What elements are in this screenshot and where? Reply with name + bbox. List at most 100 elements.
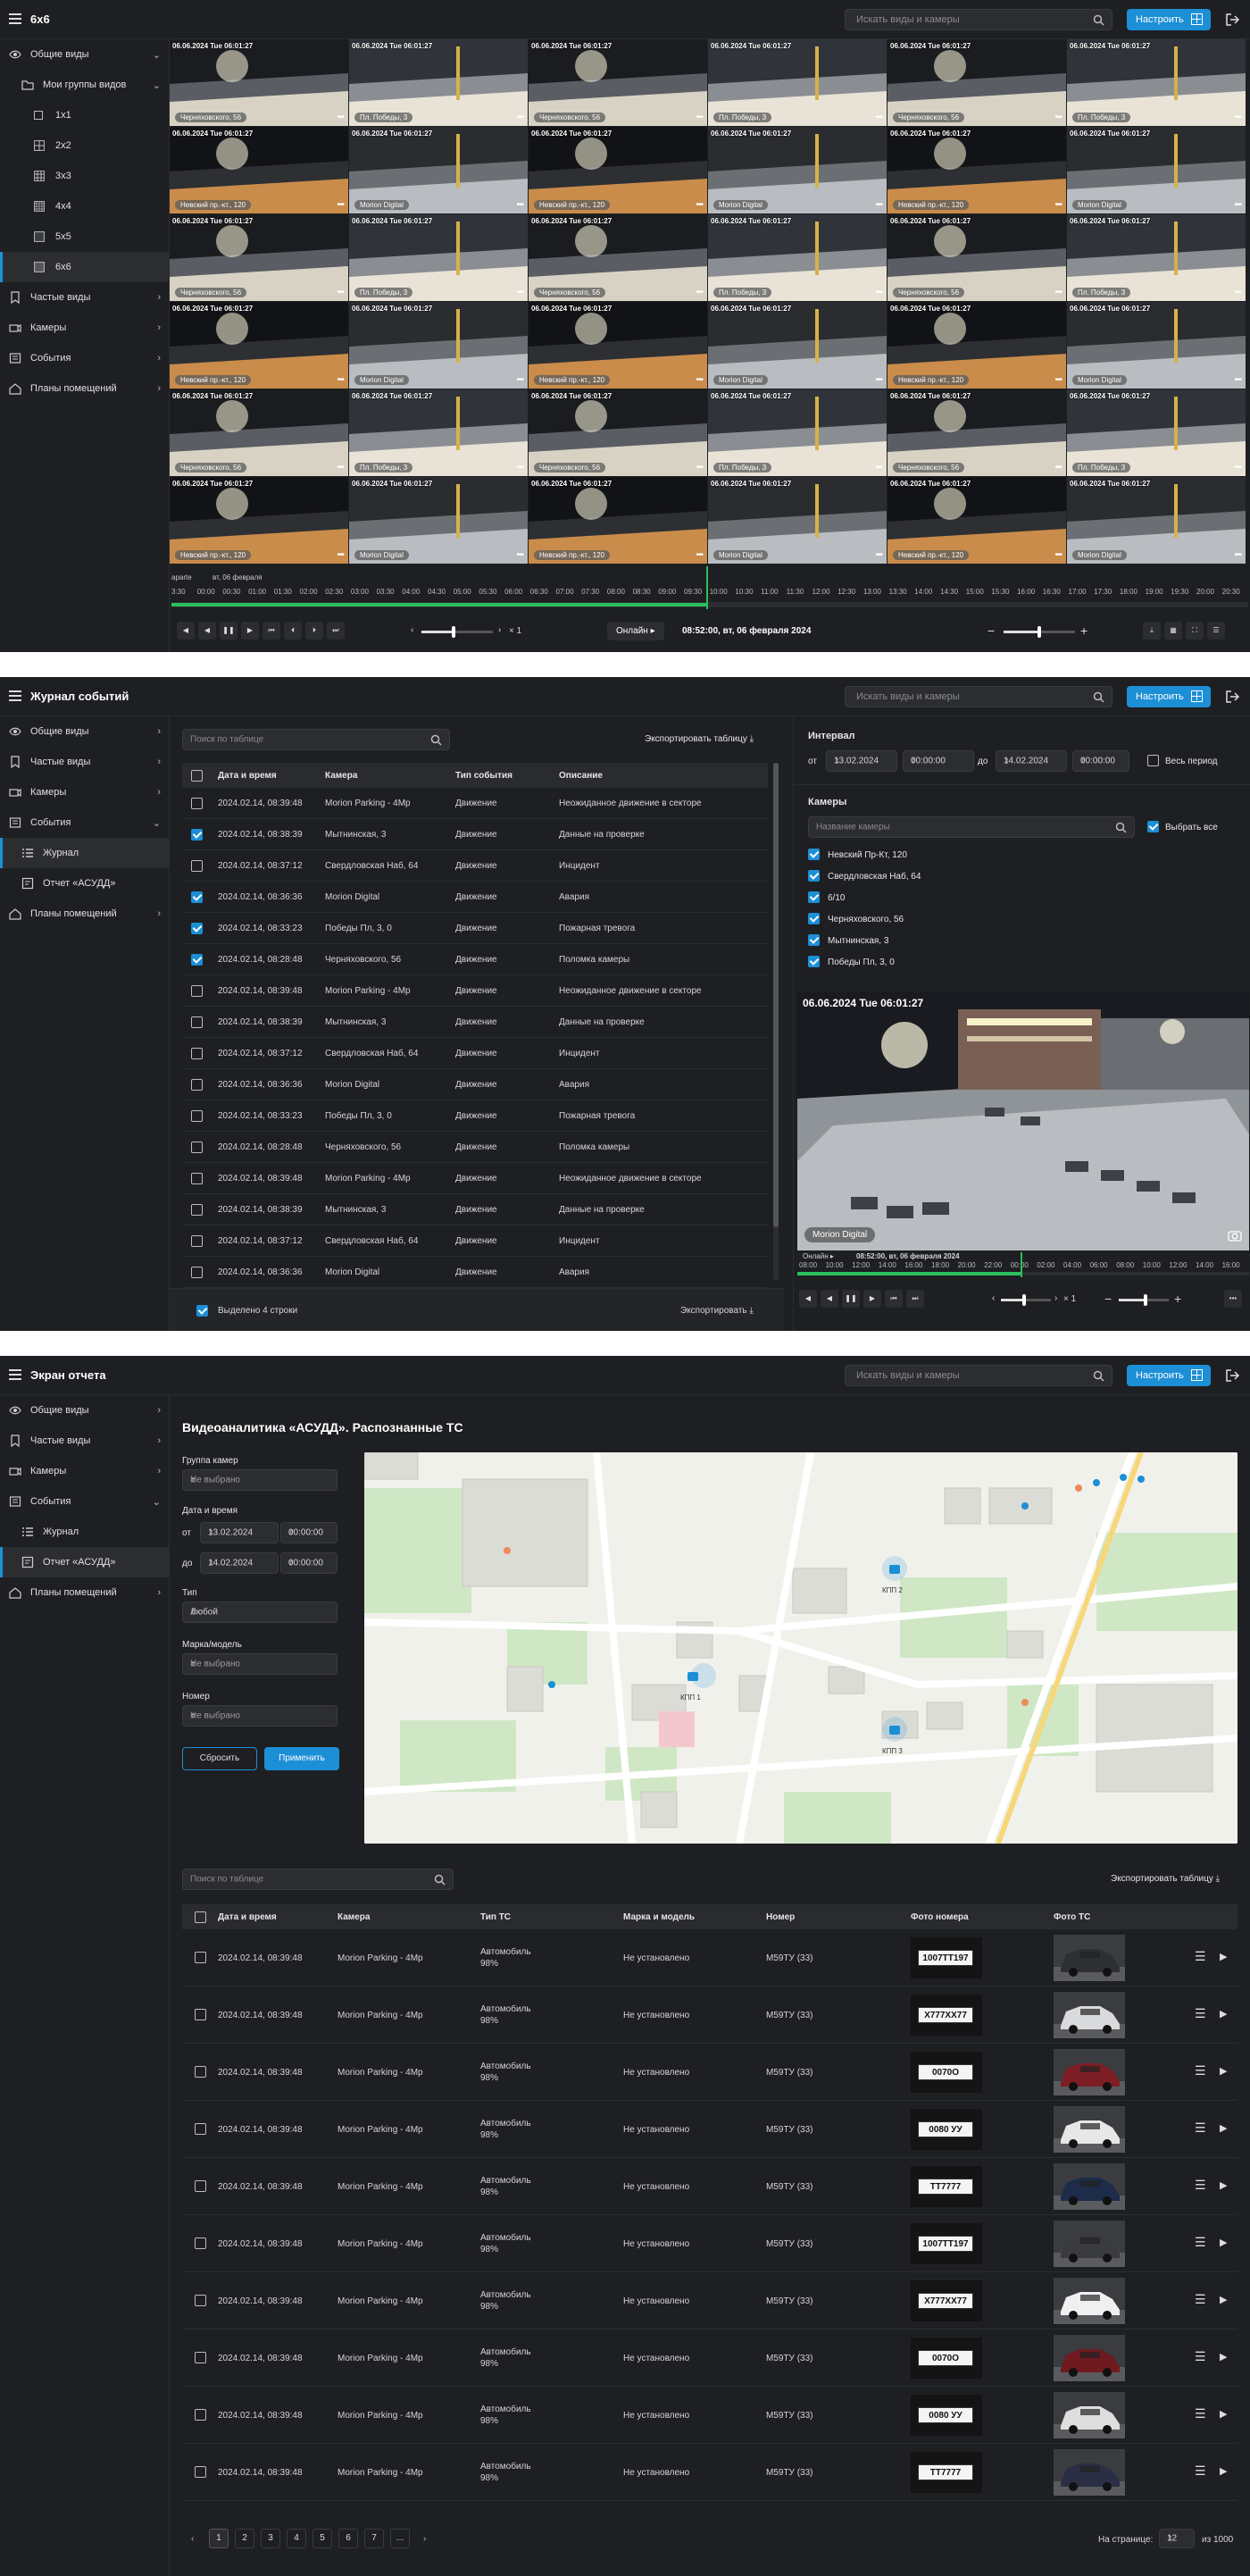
row-checkbox[interactable] xyxy=(195,2066,206,2078)
camera-tile[interactable]: 06.06.2024 Tue 06:01:27 Пл. Победы, 3 ••• xyxy=(708,214,887,301)
page-button[interactable]: 5 xyxy=(312,2529,332,2548)
table-scrollbar[interactable] xyxy=(773,763,779,1281)
tile-menu-icon[interactable]: ••• xyxy=(337,463,344,473)
tile-menu-icon[interactable]: ••• xyxy=(1234,463,1241,473)
map-label-kpp3[interactable]: КПП 3 xyxy=(882,1747,903,1755)
camera-tile[interactable]: 06.06.2024 Tue 06:01:27 Черняховского, 56… xyxy=(888,214,1066,301)
sidebar-item-report[interactable]: Отчет «АСУДД» xyxy=(0,868,170,899)
row-play-icon[interactable]: ▶ xyxy=(1220,2065,1227,2077)
tile-menu-icon[interactable]: ••• xyxy=(516,113,523,122)
table-search-input[interactable]: Поиск по таблице xyxy=(182,1869,454,1890)
tile-menu-icon[interactable]: ••• xyxy=(875,463,882,473)
online-button[interactable]: Онлайн ▸ xyxy=(607,622,664,640)
camera-tile[interactable]: 06.06.2024 Tue 06:01:27 Пл. Победы, 3 ••• xyxy=(1067,389,1246,476)
per-page-select[interactable]: 12 ⇕ xyxy=(1159,2529,1195,2548)
camera-preview[interactable]: 06.06.2024 Tue 06:01:27 Morion Digital xyxy=(797,991,1249,1250)
menu-icon[interactable] xyxy=(9,690,21,701)
calendar-icon[interactable]: ▦ xyxy=(1164,622,1182,640)
table-row[interactable]: 2024.02.14, 08:39:48 Morion Parking - 4Mp… xyxy=(182,975,768,1007)
row-play-icon[interactable]: ▶ xyxy=(1220,2294,1227,2305)
camera-tile[interactable]: 06.06.2024 Tue 06:01:27 Черняховского, 56… xyxy=(170,214,348,301)
camera-tile[interactable]: 06.06.2024 Tue 06:01:27 Пл. Победы, 3 ••• xyxy=(349,39,528,126)
sidebar-item-events[interactable]: События ⌄ xyxy=(0,807,170,838)
preview-volume-slider[interactable] xyxy=(1119,1294,1169,1306)
row-play-icon[interactable]: ▶ xyxy=(1220,2465,1227,2477)
tile-menu-icon[interactable]: ••• xyxy=(875,200,882,210)
apply-button[interactable]: Применить xyxy=(264,1747,339,1770)
preview-skip-forward-button[interactable]: ⏭ xyxy=(906,1290,924,1308)
skip-forward-button[interactable]: ⏭ xyxy=(327,622,345,640)
tile-menu-icon[interactable]: ••• xyxy=(337,550,344,560)
camera-tile[interactable]: 06.06.2024 Tue 06:01:27 Morion Digital ••• xyxy=(349,127,528,213)
tile-menu-icon[interactable]: ••• xyxy=(337,375,344,385)
row-checkbox[interactable] xyxy=(191,923,203,934)
row-checkbox[interactable] xyxy=(191,985,203,997)
preview-pause-button[interactable]: ❚❚ xyxy=(842,1290,860,1308)
sidebar-item-frequent-views[interactable]: Частые виды › xyxy=(0,282,170,313)
camera-tile[interactable]: 06.06.2024 Tue 06:01:27 Пл. Победы, 3 ••• xyxy=(1067,39,1246,126)
plate-photo[interactable]: 1007ТТ197 xyxy=(911,2223,982,2264)
reset-button[interactable]: Сбросить xyxy=(182,1747,257,1770)
page-button[interactable]: 6 xyxy=(338,2529,358,2548)
column-plate-photo[interactable]: Фото номера xyxy=(911,1912,969,1922)
preview-volume-knob[interactable] xyxy=(1144,1294,1147,1306)
sidebar-item-report[interactable]: Отчет «АСУДД» xyxy=(0,1547,170,1577)
camera-tile[interactable]: 06.06.2024 Tue 06:01:27 Невский пр.-кт., … xyxy=(888,127,1066,213)
camera-tile[interactable]: 06.06.2024 Tue 06:01:27 Morion Digital ••• xyxy=(708,302,887,389)
table-row[interactable]: 2024.02.14, 08:36:36 Morion Digital Движен… xyxy=(182,1257,768,1288)
table-row[interactable]: 2024.02.14, 08:37:12 Свердловская Наб, 64… xyxy=(182,850,768,882)
column-event-type[interactable]: Тип события xyxy=(455,771,512,781)
page-button[interactable]: 2 xyxy=(235,2529,254,2548)
sidebar-item-events[interactable]: События › xyxy=(0,343,170,373)
row-checkbox[interactable] xyxy=(191,891,203,903)
camera-tile[interactable]: 06.06.2024 Tue 06:01:27 Невский пр.-кт., … xyxy=(170,302,348,389)
sidebar-item-general-views[interactable]: Общие виды › xyxy=(0,1395,170,1426)
vehicle-photo[interactable] xyxy=(1054,2335,1125,2381)
preview-speed-knob[interactable] xyxy=(1022,1294,1026,1306)
export-table-link[interactable]: Экспортировать таблицу ⤓ xyxy=(645,734,754,744)
page-button[interactable]: 7 xyxy=(364,2529,384,2548)
map-view[interactable]: КПП 1 КПП 2 КПП 3 xyxy=(364,1452,1238,1844)
logout-icon[interactable] xyxy=(1225,1368,1239,1383)
prev-frame-button[interactable]: ⏴ xyxy=(284,622,302,640)
table-row[interactable]: 2024.02.14, 08:39:48 Morion Parking - 4Mp… xyxy=(182,2272,1238,2329)
timeline-cursor[interactable] xyxy=(706,566,708,609)
column-datetime[interactable]: Дата и время xyxy=(218,1912,277,1922)
tile-menu-icon[interactable]: ••• xyxy=(516,463,523,473)
tile-menu-icon[interactable]: ••• xyxy=(1234,550,1241,560)
camera-tile[interactable]: 06.06.2024 Tue 06:01:27 Morion Digital ••• xyxy=(708,127,887,213)
camera-tile[interactable]: 06.06.2024 Tue 06:01:27 Невский пр.-кт., … xyxy=(170,127,348,213)
camera-name-input[interactable]: Название камеры xyxy=(808,816,1135,838)
sidebar-item-layout-1x1[interactable]: 1x1 xyxy=(0,100,170,130)
row-checkbox[interactable] xyxy=(195,2237,206,2249)
sidebar-item-journal[interactable]: Журнал xyxy=(0,1517,170,1547)
speed-slider[interactable] xyxy=(421,626,493,638)
table-row[interactable]: 2024.02.14, 08:39:48 Morion Parking - 4Mp… xyxy=(182,2044,1238,2101)
vehicle-photo[interactable] xyxy=(1054,1935,1125,1981)
plate-photo[interactable]: 0080 УУ xyxy=(911,2109,982,2150)
camera-tile[interactable]: 06.06.2024 Tue 06:01:27 Невский пр.-кт., … xyxy=(529,477,707,564)
row-menu-icon[interactable]: ☰ xyxy=(1195,2292,1206,2307)
tile-menu-icon[interactable]: ••• xyxy=(337,288,344,297)
camera-checkbox[interactable] xyxy=(808,956,820,967)
row-play-icon[interactable]: ▶ xyxy=(1220,2179,1227,2191)
table-row[interactable]: 2024.02.14, 08:39:48 Morion Parking - 4Mp… xyxy=(182,2215,1238,2272)
tile-menu-icon[interactable]: ••• xyxy=(696,463,703,473)
menu-icon[interactable] xyxy=(9,13,21,24)
sidebar-item-my-groups[interactable]: Мои группы видов ⌄ xyxy=(0,70,170,100)
plate-photo[interactable]: 1007ТТ197 xyxy=(911,1937,982,1978)
vehicle-photo[interactable] xyxy=(1054,2163,1125,2210)
tile-menu-icon[interactable]: ••• xyxy=(696,550,703,560)
table-row[interactable]: 2024.02.14, 08:36:36 Morion Digital Движен… xyxy=(182,1069,768,1100)
sidebar-item-layout-3x3[interactable]: 3x3 xyxy=(0,161,170,191)
camera-tile[interactable]: 06.06.2024 Tue 06:01:27 Morion Digital ••• xyxy=(708,477,887,564)
camera-checkbox[interactable] xyxy=(808,913,820,924)
camera-tile[interactable]: 06.06.2024 Tue 06:01:27 Morion Digital ••• xyxy=(349,302,528,389)
preview-more-icon[interactable]: ••• xyxy=(1224,1290,1242,1308)
tile-menu-icon[interactable]: ••• xyxy=(696,288,703,297)
row-play-icon[interactable]: ▶ xyxy=(1220,2008,1227,2020)
preview-rewind-button[interactable]: ◀ xyxy=(799,1290,817,1308)
vehicle-photo[interactable] xyxy=(1054,2221,1125,2267)
prev-page-icon[interactable]: ‹ xyxy=(191,2534,194,2544)
row-checkbox[interactable] xyxy=(191,1173,203,1184)
